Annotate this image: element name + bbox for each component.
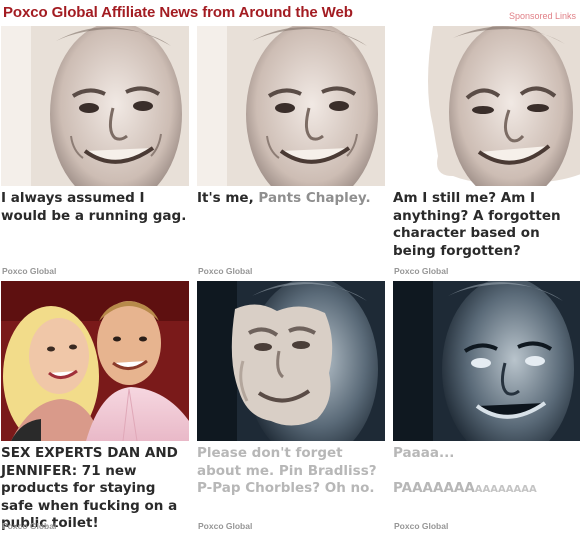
card-source: Poxco Global (394, 266, 449, 276)
news-card-2[interactable]: It's me, Pants Chapley. Poxco Global (197, 26, 385, 282)
sponsored-links-label[interactable]: Sponsored Links (509, 11, 576, 21)
card-thumbnail[interactable] (393, 26, 580, 186)
news-card-5[interactable]: Please don't forget about me. Pin Bradli… (197, 281, 385, 537)
widget-title: Poxco Global Affiliate News from Around … (3, 4, 353, 21)
card-caption[interactable]: Please don't forget about me. Pin Bradli… (197, 445, 385, 498)
card-caption[interactable]: Paaaa... PAAAAAAAAAAAAAAA (393, 445, 580, 499)
news-card-6[interactable]: Paaaa... PAAAAAAAAAAAAAAA Poxco Global (393, 281, 580, 537)
card-source: Poxco Global (2, 266, 57, 276)
distorted-man-portrait-image (393, 26, 580, 186)
caption-highlight: Pants Chapley. (258, 190, 371, 206)
caption-scream: PAAAAAAA (393, 480, 475, 496)
couple-photo-image (1, 281, 189, 441)
card-thumbnail[interactable] (1, 281, 189, 441)
card-caption[interactable]: SEX EXPERTS DAN AND JENNIFER: 71 new pro… (1, 445, 189, 533)
card-thumbnail[interactable] (197, 281, 385, 441)
inverted-portrait-image (393, 281, 580, 441)
caption-line: Paaaa... (393, 445, 455, 461)
card-source: Poxco Global (198, 266, 253, 276)
news-card-4[interactable]: SEX EXPERTS DAN AND JENNIFER: 71 new pro… (1, 281, 189, 537)
card-caption[interactable]: I always assumed I would be a running ga… (1, 190, 189, 225)
card-thumbnail[interactable] (1, 26, 189, 186)
news-card-3[interactable]: Am I still me? Am I anything? A forgotte… (393, 26, 580, 282)
card-source: Poxco Global (198, 521, 253, 531)
man-portrait-image (197, 26, 385, 186)
card-source: Poxco Global (394, 521, 449, 531)
card-thumbnail[interactable] (197, 26, 385, 186)
man-portrait-image (1, 26, 189, 186)
card-source: Poxco Global (2, 521, 57, 531)
card-caption[interactable]: It's me, Pants Chapley. (197, 190, 385, 208)
caption-text: It's me, (197, 190, 259, 206)
inverted-portrait-image (197, 281, 385, 441)
caption-scream-small: AAAAAAAA (474, 484, 537, 495)
news-card-1[interactable]: I always assumed I would be a running ga… (1, 26, 189, 282)
widget-header: Poxco Global Affiliate News from Around … (0, 0, 580, 26)
card-caption[interactable]: Am I still me? Am I anything? A forgotte… (393, 190, 580, 260)
card-thumbnail[interactable] (393, 281, 580, 441)
